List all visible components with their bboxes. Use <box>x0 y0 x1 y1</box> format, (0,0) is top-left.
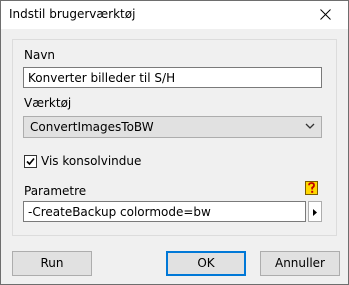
params-menu-button[interactable] <box>308 201 322 222</box>
checkmark-icon <box>26 157 35 166</box>
tool-select-value: ConvertImagesToBW <box>30 120 154 134</box>
chevron-right-icon <box>313 209 317 216</box>
close-button[interactable] <box>304 1 348 29</box>
name-field[interactable]: Konverter billeder til S/H <box>23 67 322 88</box>
cancel-button[interactable]: Annuller <box>260 251 340 276</box>
title-bar[interactable]: Indstil brugerværktøj <box>1 1 348 29</box>
console-checkbox[interactable] <box>24 155 37 168</box>
tool-select[interactable]: ConvertImagesToBW <box>23 116 322 138</box>
help-icon[interactable] <box>305 181 318 195</box>
tool-label: Værktøj <box>24 96 72 110</box>
settings-group: Navn Konverter billeder til S/H Værktøj … <box>12 39 337 236</box>
params-label: Parametre <box>24 184 87 198</box>
params-field[interactable]: -CreateBackup colormode=bw <box>23 201 306 222</box>
close-icon <box>320 9 331 20</box>
params-field-value: -CreateBackup colormode=bw <box>28 205 211 219</box>
name-label: Navn <box>24 48 56 62</box>
chevron-down-icon <box>305 123 315 129</box>
dialog-body: Navn Konverter billeder til S/H Værktøj … <box>1 29 348 284</box>
ok-button[interactable]: OK <box>166 251 246 276</box>
name-field-value: Konverter billeder til S/H <box>28 71 176 85</box>
run-button[interactable]: Run <box>12 251 92 276</box>
dialog-window: Indstil brugerværktøj Navn Konverter bil… <box>0 0 349 285</box>
console-checkbox-label[interactable]: Vis konsolvindue <box>41 154 141 168</box>
window-title: Indstil brugerværktøj <box>9 7 136 21</box>
